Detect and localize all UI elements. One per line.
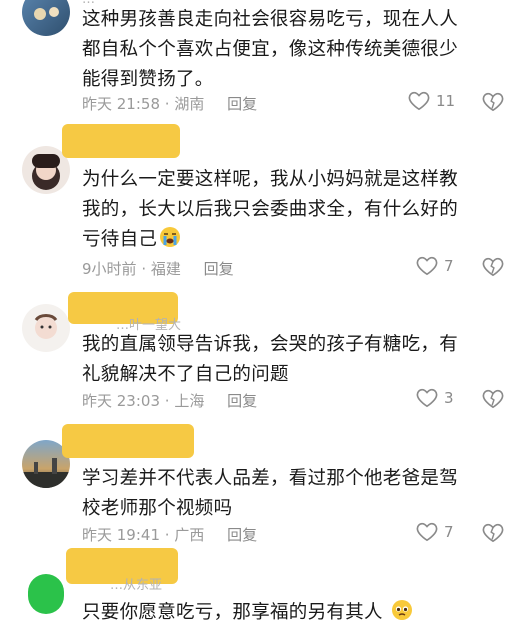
comment-line: 这种男孩善良走向社会很容易吃亏，现在人人: [82, 9, 459, 30]
comment-line: 我的，长大以后我只会委曲求全，有什么好的: [82, 199, 459, 220]
avatar[interactable]: [22, 304, 70, 352]
location: 福建: [150, 260, 181, 278]
comment-line: 为什么一定要这样呢，我从小妈妈就是这样教: [82, 169, 459, 190]
comment-meta: 昨天 19:41 · 广西 回复: [82, 526, 258, 544]
dislike-button[interactable]: [482, 389, 504, 413]
comment-line: 校老师那个视频吗: [82, 498, 233, 519]
like-button[interactable]: 7: [416, 522, 454, 542]
avatar[interactable]: [22, 0, 70, 36]
like-button[interactable]: 11: [408, 91, 455, 111]
dislike-button[interactable]: [482, 257, 504, 281]
comment-meta: 昨天 23:03 · 上海 回复: [82, 392, 258, 410]
reply-button[interactable]: 回复: [204, 260, 234, 278]
dislike-button[interactable]: [482, 523, 504, 547]
heart-icon: [416, 522, 438, 542]
comment-line: 学习差并不代表人品差，看过那个他老爸是驾: [82, 468, 459, 489]
broken-heart-icon: [482, 389, 504, 409]
heart-icon: [416, 256, 438, 276]
comment-text: 我的直属领导告诉我，会哭的孩子有糖吃，有 礼貌解决不了自己的问题: [82, 330, 502, 390]
loudly-crying-face-icon: [160, 227, 181, 247]
comment-line-text: 亏待自己: [82, 229, 158, 250]
reply-button[interactable]: 回复: [227, 526, 257, 544]
like-count: 11: [436, 92, 456, 110]
avatar[interactable]: [22, 570, 70, 618]
like-count: 7: [444, 523, 454, 541]
comment-line: 礼貌解决不了自己的问题: [82, 364, 289, 385]
comment-meta: 9小时前 · 福建 回复: [82, 260, 234, 278]
comment-line: 都自私个个喜欢占便宜，像这种传统美德很少: [82, 39, 459, 60]
comment-line: 我的直属领导告诉我，会哭的孩子有糖吃，有: [82, 334, 459, 355]
pleading-face-icon: [392, 600, 412, 620]
dislike-button[interactable]: [482, 92, 504, 116]
reply-button[interactable]: 回复: [227, 392, 257, 410]
user-name[interactable]: …从东亚: [110, 574, 162, 593]
like-button[interactable]: 7: [416, 256, 454, 276]
comment-text: 学习差并不代表人品差，看过那个他老爸是驾 校老师那个视频吗: [82, 464, 502, 524]
like-button[interactable]: 3: [416, 388, 454, 408]
location: 湖南: [174, 95, 205, 113]
location: 广西: [174, 526, 205, 544]
location: 上海: [174, 392, 205, 410]
heart-icon: [416, 388, 438, 408]
comment-line-text: 只要你愿意吃亏，那享福的另有其人: [82, 602, 383, 623]
name-redaction: [62, 124, 180, 158]
timestamp: 昨天 19:41: [82, 526, 160, 544]
timestamp: 9小时前: [82, 260, 137, 278]
like-count: 3: [444, 389, 454, 407]
comment-text: 为什么一定要这样呢，我从小妈妈就是这样教 我的，长大以后我只会委曲求全，有什么好…: [82, 165, 502, 255]
timestamp: 昨天 23:03: [82, 392, 160, 410]
name-redaction: [62, 424, 194, 458]
broken-heart-icon: [482, 523, 504, 543]
heart-icon: [408, 91, 430, 111]
reply-button[interactable]: 回复: [227, 95, 257, 113]
comment-text: 这种男孩善良走向社会很容易吃亏，现在人人 都自私个个喜欢占便宜，像这种传统美德很…: [82, 5, 502, 95]
broken-heart-icon: [482, 92, 504, 112]
comment-line: 亏待自己: [82, 225, 502, 255]
comment-meta: 昨天 21:58 · 湖南 回复: [82, 95, 258, 113]
broken-heart-icon: [482, 257, 504, 277]
comment-text: 只要你愿意吃亏，那享福的另有其人: [82, 598, 502, 628]
timestamp: 昨天 21:58: [82, 95, 160, 113]
like-count: 7: [444, 257, 454, 275]
comment-line: 只要你愿意吃亏，那享福的另有其人: [82, 598, 502, 628]
